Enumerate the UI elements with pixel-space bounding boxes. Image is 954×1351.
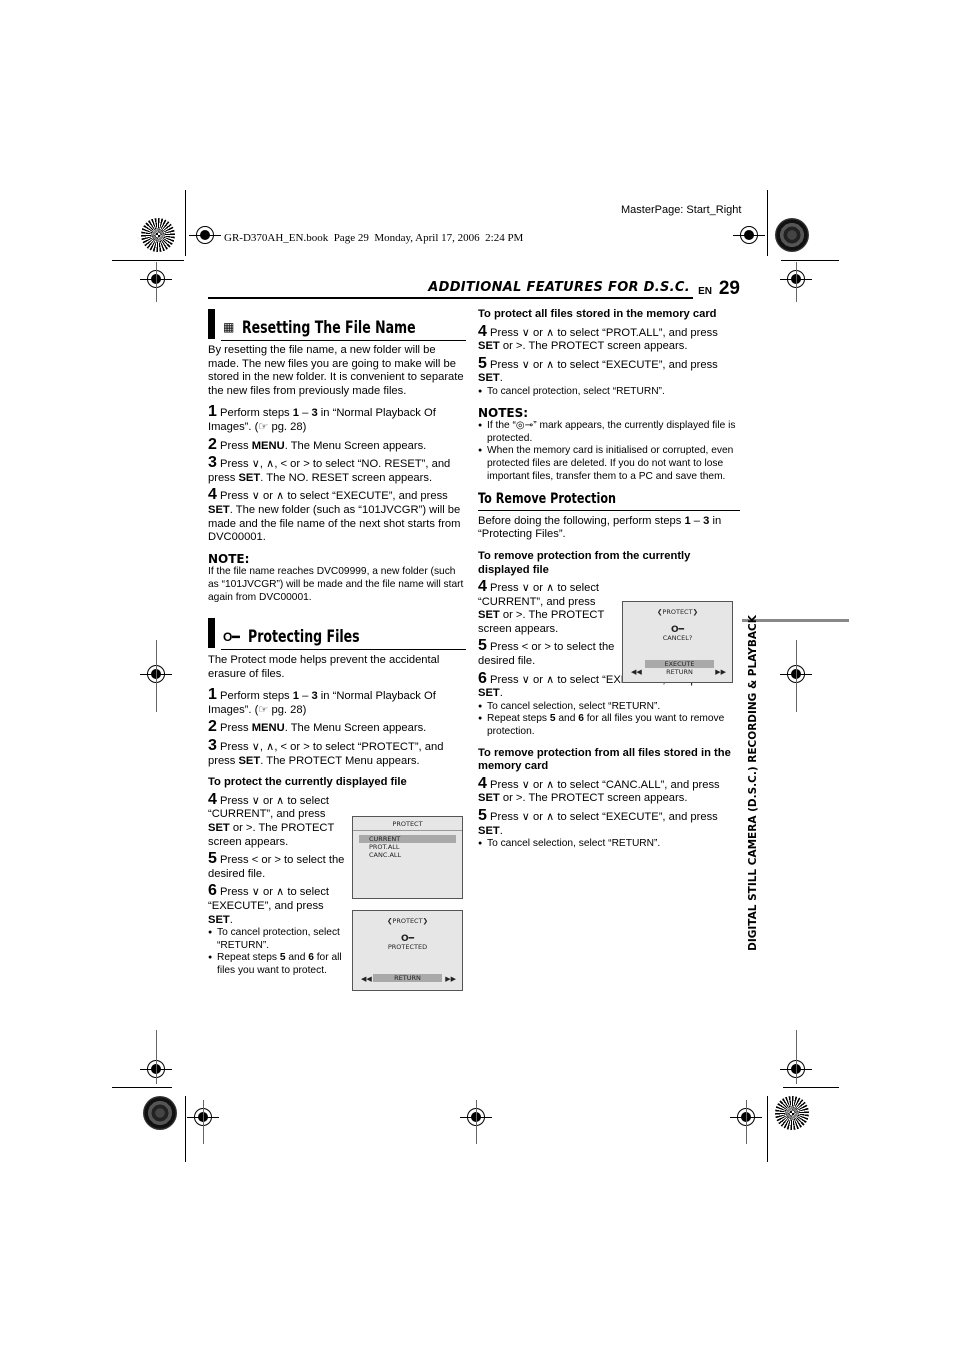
registration-mark bbox=[156, 640, 157, 712]
protect-intro: The Protect mode helps prevent the accid… bbox=[208, 654, 440, 680]
reset-step-2: 2 Press MENU. The Menu Screen appears. bbox=[208, 435, 427, 453]
heading-rule bbox=[221, 340, 466, 341]
screen-status: CANCEL? bbox=[662, 634, 693, 642]
screen-status: PROTECTED bbox=[387, 943, 428, 951]
subheading-remove-current: To remove protection from the currently … bbox=[478, 549, 691, 576]
protect-step-2: 2 Press MENU. The Menu Screen appears. bbox=[208, 718, 427, 736]
color-target-top-right bbox=[775, 218, 809, 252]
option-return: RETURN bbox=[373, 974, 442, 982]
bullet-item: To cancel protection, select “RETURN”. bbox=[478, 386, 740, 399]
bullet-item: To cancel selection, select “RETURN”. bbox=[478, 838, 740, 851]
section-title: ADDITIONAL FEATURES FOR D.S.C. bbox=[428, 280, 690, 295]
remove-current-step-5: 5 Press < or > to select the desired fil… bbox=[478, 637, 615, 668]
screen-title: ❮PROTECT❯ bbox=[386, 917, 429, 925]
protect-step-3: 3 Press ∨, ∧, < or > to select “PROTECT”… bbox=[208, 737, 444, 767]
bullet-item: Repeat steps 5 and 6 for all files you w… bbox=[208, 952, 346, 977]
option-return: RETURN bbox=[666, 668, 693, 676]
menu-item-current: CURRENT bbox=[359, 835, 456, 843]
color-target-bottom-right bbox=[775, 1096, 809, 1130]
note-item: When the memory card is initialised or c… bbox=[478, 445, 740, 483]
subheading-protect-current: To protect the currently displayed file bbox=[208, 776, 407, 789]
note-item: If the “◎⊸” mark appears, the currently … bbox=[478, 420, 740, 445]
protect-step-1: 1 Perform steps 1 – 3 in “Normal Playbac… bbox=[208, 686, 436, 716]
protect-menu-screen: PROTECT CURRENT PROT.ALL CANC.ALL bbox=[352, 816, 463, 899]
header-rule bbox=[208, 297, 693, 299]
rewind-icon: ◀◀ bbox=[361, 975, 372, 983]
menu-item-prot-all: PROT.ALL bbox=[369, 843, 400, 851]
subheading-remove-all: To remove protection from all files stor… bbox=[478, 746, 731, 773]
crop-mark bbox=[781, 260, 839, 261]
heading-rule bbox=[221, 649, 466, 651]
page-header: ADDITIONAL FEATURES FOR D.S.C. EN 29 bbox=[208, 278, 740, 299]
reset-note: If the file name reaches DVC09999, a new… bbox=[208, 566, 464, 603]
key-icon: O━ bbox=[223, 629, 240, 644]
registration-mark bbox=[156, 1030, 157, 1084]
remove-current-step-4: 4 Press ∨ or ∧ to select “CURRENT”, and … bbox=[478, 578, 605, 635]
registration-mark bbox=[733, 226, 765, 244]
section-heading-protect: O━ Protecting Files bbox=[208, 618, 466, 651]
crop-mark bbox=[767, 190, 768, 256]
lang-label: EN bbox=[698, 286, 712, 297]
side-tab: DIGITAL STILL CAMERA (D.S.C.) RECORDING … bbox=[742, 615, 764, 951]
menu-item-canc-all: CANC.ALL bbox=[369, 851, 402, 859]
crop-mark bbox=[112, 260, 184, 261]
subsection-title-remove: To Remove Protection bbox=[478, 491, 617, 508]
crop-mark bbox=[112, 1087, 172, 1088]
reset-file-icon: ▦ bbox=[223, 320, 235, 335]
protect-current-step-4: 4 Press ∨ or ∧ to select “CURRENT”, and … bbox=[208, 790, 335, 848]
registration-mark bbox=[746, 1100, 747, 1144]
reset-intro: By resetting the file name, a new folder… bbox=[208, 344, 464, 397]
bullet-item: To cancel protection, select “RETURN”. bbox=[208, 927, 346, 952]
protect-current-step-6: 6 Press ∨ or ∧ to select “EXECUTE”, and … bbox=[208, 882, 330, 926]
screen-title: ❮PROTECT❯ bbox=[656, 608, 699, 616]
reset-step-4: 4 Press ∨ or ∧ to select “EXECUTE”, and … bbox=[208, 486, 461, 544]
key-icon: O━ bbox=[670, 625, 685, 635]
remove-all-step-4: 4 Press ∨ or ∧ to select “CANC.ALL”, and… bbox=[478, 774, 720, 805]
bullet-item: Repeat steps 5 and 6 for all files you w… bbox=[478, 713, 740, 738]
registration-mark bbox=[156, 262, 157, 302]
crop-mark bbox=[185, 1096, 186, 1162]
heading-rule bbox=[478, 509, 740, 511]
right-column: To protect all files stored in the memor… bbox=[478, 308, 740, 851]
protect-all-step-4: 4 Press ∨ or ∧ to select “PROT.ALL”, and… bbox=[478, 322, 718, 353]
reset-step-3: 3 Press ∨, ∧, < or > to select “NO. RESE… bbox=[208, 454, 451, 484]
masterpage-label: MasterPage: Start_Right bbox=[621, 204, 742, 216]
side-tab-label: DIGITAL STILL CAMERA (D.S.C.) RECORDING … bbox=[747, 615, 759, 951]
protect-current-step-5: 5 Press < or > to select the desired fil… bbox=[208, 850, 345, 880]
key-icon: O━ bbox=[400, 934, 415, 944]
protected-screen: ❮PROTECT❯ O━ PROTECTED ◀◀ RETURN ▶▶ bbox=[352, 910, 463, 991]
reset-step-1: 1 Perform steps 1 – 3 in “Normal Playbac… bbox=[208, 403, 436, 433]
cancel-protect-screen: ❮PROTECT❯ O━ CANCEL? EXECUTE RETURN ◀◀ ▶… bbox=[622, 601, 733, 683]
heading-bar bbox=[208, 309, 215, 339]
protect-all-step-5: 5 Press ∨ or ∧ to select “EXECUTE”, and … bbox=[478, 354, 718, 385]
option-execute: EXECUTE bbox=[645, 660, 714, 668]
notes-heading: NOTES: bbox=[478, 405, 529, 420]
note-heading: NOTE: bbox=[208, 551, 250, 566]
registration-mark bbox=[796, 262, 797, 302]
remove-intro: Before doing the following, perform step… bbox=[478, 514, 722, 541]
crop-mark bbox=[783, 1087, 839, 1088]
section-title-reset: Resetting The File Name bbox=[242, 318, 416, 338]
crop-mark bbox=[185, 190, 186, 256]
section-heading-reset: ▦ Resetting The File Name bbox=[208, 309, 466, 341]
rewind-icon: ◀◀ bbox=[631, 668, 642, 676]
color-target-bottom-left bbox=[143, 1096, 177, 1130]
heading-bar bbox=[208, 618, 215, 649]
registration-mark bbox=[796, 1030, 797, 1084]
screen-title: PROTECT bbox=[392, 820, 423, 828]
registration-mark bbox=[796, 640, 797, 712]
page-number: 29 bbox=[718, 278, 740, 299]
crop-mark bbox=[767, 1096, 768, 1162]
registration-mark bbox=[476, 1100, 477, 1144]
fast-forward-icon: ▶▶ bbox=[445, 975, 456, 983]
registration-mark bbox=[203, 1100, 204, 1144]
fast-forward-icon: ▶▶ bbox=[715, 668, 726, 676]
registration-mark bbox=[189, 226, 221, 244]
subheading-protect-all: To protect all files stored in the memor… bbox=[478, 308, 717, 320]
section-title-protect: Protecting Files bbox=[247, 627, 360, 648]
color-target-top-left bbox=[141, 218, 175, 252]
remove-all-step-5: 5 Press ∨ or ∧ to select “EXECUTE”, and … bbox=[478, 807, 718, 837]
book-info-line: GR-D370AH_EN.book Page 29 Monday, April … bbox=[224, 232, 524, 244]
bullet-item: To cancel selection, select “RETURN”. bbox=[478, 701, 740, 714]
